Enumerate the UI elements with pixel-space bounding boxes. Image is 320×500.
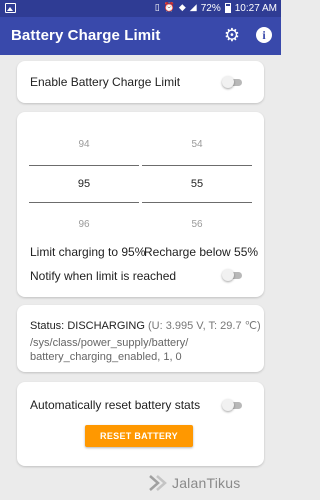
wifi-icon: ◆: [178, 3, 186, 13]
info-icon[interactable]: i: [256, 27, 272, 43]
gear-icon[interactable]: ⚙: [222, 26, 242, 46]
app-title: Battery Charge Limit: [11, 27, 161, 44]
sysfs-path-line1: /sys/class/power_supply/battery/: [30, 337, 189, 349]
watermark: JalanTikus: [148, 474, 240, 492]
notify-toggle[interactable]: [222, 268, 244, 282]
battery-percent: 72%: [200, 2, 221, 14]
auto-reset-toggle[interactable]: [222, 398, 244, 412]
alarm-icon: ⏰: [163, 3, 175, 13]
status-card: Status: DISCHARGING (U: 3.995 V, T: 29.7…: [17, 305, 264, 372]
limit-card: 94 95 96 54 55 56 Limit charging to 95% …: [17, 112, 264, 297]
picker-divider-bottom: [142, 202, 252, 203]
jalantikus-logo-icon: [149, 475, 167, 491]
toggle-thumb: [222, 76, 234, 88]
enable-limit-label: Enable Battery Charge Limit: [30, 75, 181, 89]
picker-value-above[interactable]: 54: [142, 139, 252, 150]
status-detail: (U: 3.995 V, T: 29.7 ℃): [148, 320, 261, 332]
clock: 10:27 AM: [234, 2, 277, 14]
recharge-picker[interactable]: 54 55 56: [142, 112, 252, 232]
picker-divider-top: [142, 165, 252, 166]
signal-icon: ◢: [189, 3, 197, 13]
picker-divider-bottom: [29, 202, 139, 203]
vibrate-icon: ▯: [154, 3, 160, 13]
status-label: Status:: [30, 320, 65, 332]
picker-value-selected[interactable]: 95: [29, 178, 139, 190]
enable-card: Enable Battery Charge Limit: [17, 61, 264, 103]
notify-label: Notify when limit is reached: [30, 269, 177, 283]
toggle-thumb: [222, 399, 234, 411]
watermark-text: JalanTikus: [172, 475, 241, 491]
charge-limit-label: Limit charging to 95%: [30, 245, 146, 259]
toggle-thumb: [222, 269, 234, 281]
image-notification-icon: [5, 3, 16, 13]
sysfs-path-line2: battery_charging_enabled, 1, 0: [30, 351, 182, 363]
status-line: Status: DISCHARGING (U: 3.995 V, T: 29.7…: [30, 319, 261, 333]
status-value: DISCHARGING: [67, 320, 145, 332]
enable-limit-toggle[interactable]: [222, 75, 244, 89]
charge-limit-picker[interactable]: 94 95 96: [29, 112, 139, 232]
picker-divider-top: [29, 165, 139, 166]
status-icons: ▯ ⏰ ◆ ◢ 72% 10:27 AM: [155, 2, 277, 14]
auto-reset-label: Automatically reset battery stats: [30, 398, 201, 412]
reset-card: Automatically reset battery stats RESET …: [17, 382, 264, 466]
battery-icon: [224, 3, 231, 13]
reset-battery-stats-button[interactable]: RESET BATTERY STATS: [85, 425, 193, 463]
picker-value-below[interactable]: 56: [142, 219, 252, 230]
status-bar: ▯ ⏰ ◆ ◢ 72% 10:27 AM: [0, 0, 281, 17]
picker-value-below[interactable]: 96: [29, 219, 139, 230]
recharge-label: Recharge below 55%: [144, 245, 259, 259]
picker-value-selected[interactable]: 55: [142, 178, 252, 190]
picker-value-above[interactable]: 94: [29, 139, 139, 150]
app-bar: Battery Charge Limit ⚙ i: [0, 17, 281, 55]
